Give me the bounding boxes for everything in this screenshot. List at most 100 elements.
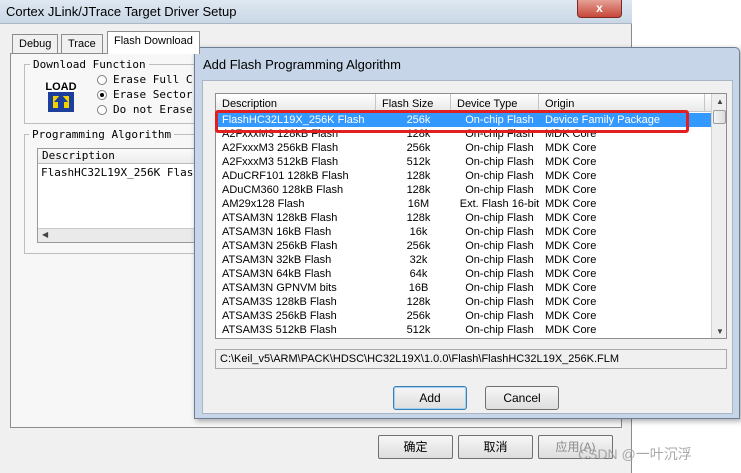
row-description: A2FxxxM3 512kB Flash xyxy=(222,156,339,168)
algorithm-row[interactable]: A2FxxxM3 256kB Flash 256k On-chip Flash MDK… xyxy=(216,141,711,155)
row-description: ATSAM3N 128kB Flash xyxy=(222,212,338,224)
algorithm-row[interactable]: ATSAM3N 128kB Flash 128k On-chip Flash MDK … xyxy=(216,211,711,225)
row-device-type: On-chip Flash xyxy=(465,268,534,280)
column-device-type[interactable]: Device Type xyxy=(451,94,539,112)
row-description: ADuCRF101 128kB Flash xyxy=(222,170,349,182)
algorithm-row[interactable]: ADuCM360 128kB Flash 128k On-chip Flash MDK… xyxy=(216,183,711,197)
row-device-type: On-chip Flash xyxy=(465,254,534,266)
download-function-label: Download Function xyxy=(30,58,149,71)
algorithm-row[interactable]: ATSAM3S 128kB Flash 128k On-chip Flash MDK … xyxy=(216,295,711,309)
row-description: ATSAM3N 256kB Flash xyxy=(222,240,338,252)
column-flash-size[interactable]: Flash Size xyxy=(376,94,451,112)
algorithm-row[interactable]: ATSAM3N GPNVM bits 16B On-chip Flash MDK Co… xyxy=(216,281,711,295)
add-flash-algorithm-dialog: Add Flash Programming Algorithm Descript… xyxy=(194,47,740,419)
tab-flash-download[interactable]: Flash Download xyxy=(107,31,200,54)
algorithm-row[interactable]: A2FxxxM3 128kB Flash 128k On-chip Flash MDK… xyxy=(216,127,711,141)
row-flash-size: 256k xyxy=(406,142,431,154)
algorithm-row[interactable]: A2FxxxM3 512kB Flash 512k On-chip Flash MDK… xyxy=(216,155,711,169)
row-device-type: On-chip Flash xyxy=(465,240,534,252)
row-origin: MDK Core xyxy=(545,240,597,252)
row-device-type: On-chip Flash xyxy=(465,282,534,294)
row-origin: MDK Core xyxy=(545,212,597,224)
row-device-type: On-chip Flash xyxy=(465,128,534,140)
row-device-type: On-chip Flash xyxy=(465,324,534,336)
row-origin: MDK Core xyxy=(545,282,597,294)
algorithm-row[interactable]: ATSAM3N 64kB Flash 64k On-chip Flash MDK Co… xyxy=(216,267,711,281)
row-origin: MDK Core xyxy=(545,198,597,210)
row-origin: MDK Core xyxy=(545,324,597,336)
tab-trace[interactable]: Trace xyxy=(61,34,103,54)
row-flash-size: 128k xyxy=(406,296,431,308)
row-flash-size: 512k xyxy=(406,324,431,336)
algorithm-row[interactable]: ATSAM3N 16kB Flash 16k On-chip Flash MDK Co… xyxy=(216,225,711,239)
row-origin: MDK Core xyxy=(545,142,597,154)
row-device-type: Ext. Flash 16-bit xyxy=(459,198,540,210)
do-not-erase-radio[interactable] xyxy=(97,105,107,115)
scroll-left-icon[interactable]: ◀ xyxy=(42,230,48,239)
algorithm-row[interactable]: ATSAM3N 32kB Flash 32k On-chip Flash MDK Co… xyxy=(216,253,711,267)
row-description: ATSAM3N 32kB Flash xyxy=(222,254,332,266)
prog-list-row[interactable]: FlashHC32L19X_256K Flash xyxy=(38,164,201,179)
ok-button[interactable]: 确定 xyxy=(378,435,453,459)
row-flash-size: 512k xyxy=(406,156,431,168)
row-flash-size: 32k xyxy=(409,254,428,266)
row-description: ATSAM3S 256kB Flash xyxy=(222,310,337,322)
row-device-type: On-chip Flash xyxy=(465,296,534,308)
row-flash-size: 256k xyxy=(406,240,431,252)
algorithm-row[interactable]: ATSAM3S 512kB Flash 512k On-chip Flash MDK … xyxy=(216,323,711,337)
row-flash-size: 16B xyxy=(408,282,429,294)
row-description: A2FxxxM3 128kB Flash xyxy=(222,128,339,140)
row-origin: MDK Core xyxy=(545,268,597,280)
algorithm-list[interactable]: Description Flash Size Device Type Origi… xyxy=(215,93,727,339)
tab-debug[interactable]: Debug xyxy=(12,34,59,54)
row-flash-size: 128k xyxy=(406,212,431,224)
row-flash-size: 128k xyxy=(406,128,431,140)
prog-list-hscroll[interactable]: ◀ xyxy=(38,228,201,242)
erase-sector-radio[interactable] xyxy=(97,90,107,100)
algorithm-list-vscroll[interactable]: ▲ ▼ xyxy=(711,94,726,338)
algorithm-row[interactable]: ATSAM3N 256kB Flash 256k On-chip Flash MDK … xyxy=(216,239,711,253)
row-device-type: On-chip Flash xyxy=(465,310,534,322)
prog-list-header[interactable]: Description xyxy=(38,149,201,164)
column-description[interactable]: Description xyxy=(216,94,376,112)
algorithm-row[interactable]: ADuCRF101 128kB Flash 128k On-chip Flash MD… xyxy=(216,169,711,183)
row-origin: MDK Core xyxy=(545,184,597,196)
watermark: CSDN @一叶沉浮 xyxy=(578,446,692,462)
cancel-button[interactable]: Cancel xyxy=(485,386,559,410)
algorithm-list-header: Description Flash Size Device Type Origi… xyxy=(216,94,711,112)
erase-sector-label: Erase Sector xyxy=(113,88,193,101)
programming-algorithm-label: Programming Algorithm xyxy=(29,128,175,141)
dialog-body: Description Flash Size Device Type Origi… xyxy=(202,80,733,414)
do-not-erase-label: Do not Erase xyxy=(113,103,193,116)
row-description: ATSAM3N GPNVM bits xyxy=(222,282,337,294)
algorithm-row[interactable]: FlashHC32L19X_256K Flash 256k On-chip Flas… xyxy=(216,113,711,127)
cancel-parent-button[interactable]: 取消 xyxy=(458,435,533,459)
add-button[interactable]: Add xyxy=(393,386,467,410)
row-device-type: On-chip Flash xyxy=(465,212,534,224)
parent-close-button[interactable]: x xyxy=(577,0,622,18)
row-flash-size: 256k xyxy=(406,114,431,126)
row-description: ATSAM3N 64kB Flash xyxy=(222,268,332,280)
dialog-title: Add Flash Programming Algorithm xyxy=(203,57,401,72)
algorithm-row[interactable]: ATSAM3S 256kB Flash 256k On-chip Flash MDK … xyxy=(216,309,711,323)
scroll-up-icon[interactable]: ▲ xyxy=(712,94,726,110)
algorithm-path-field[interactable]: C:\Keil_v5\ARM\PACK\HDSC\HC32L19X\1.0.0\… xyxy=(215,349,727,369)
column-origin[interactable]: Origin xyxy=(539,94,705,112)
row-flash-size: 128k xyxy=(406,170,431,182)
algorithm-row[interactable]: AM29x128 Flash 16M Ext. Flash 16-bit MDK Co… xyxy=(216,197,711,211)
row-origin: MDK Core xyxy=(545,156,597,168)
row-flash-size: 128k xyxy=(406,184,431,196)
scroll-down-icon[interactable]: ▼ xyxy=(712,324,726,338)
row-flash-size: 256k xyxy=(406,310,431,322)
row-description: FlashHC32L19X_256K Flash xyxy=(222,114,365,126)
programming-algorithm-list[interactable]: Description FlashHC32L19X_256K Flash ◀ xyxy=(37,148,202,243)
parent-window-title: Cortex JLink/JTrace Target Driver Setup xyxy=(6,4,237,19)
row-device-type: On-chip Flash xyxy=(465,142,534,154)
row-flash-size: 64k xyxy=(409,268,428,280)
row-description: AM29x128 Flash xyxy=(222,198,305,210)
row-description: ATSAM3S 512kB Flash xyxy=(222,324,337,336)
erase-full-chip-radio[interactable] xyxy=(97,75,107,85)
row-description: A2FxxxM3 256kB Flash xyxy=(222,142,339,154)
row-flash-size: 16M xyxy=(407,198,430,210)
scroll-thumb[interactable] xyxy=(713,110,726,124)
